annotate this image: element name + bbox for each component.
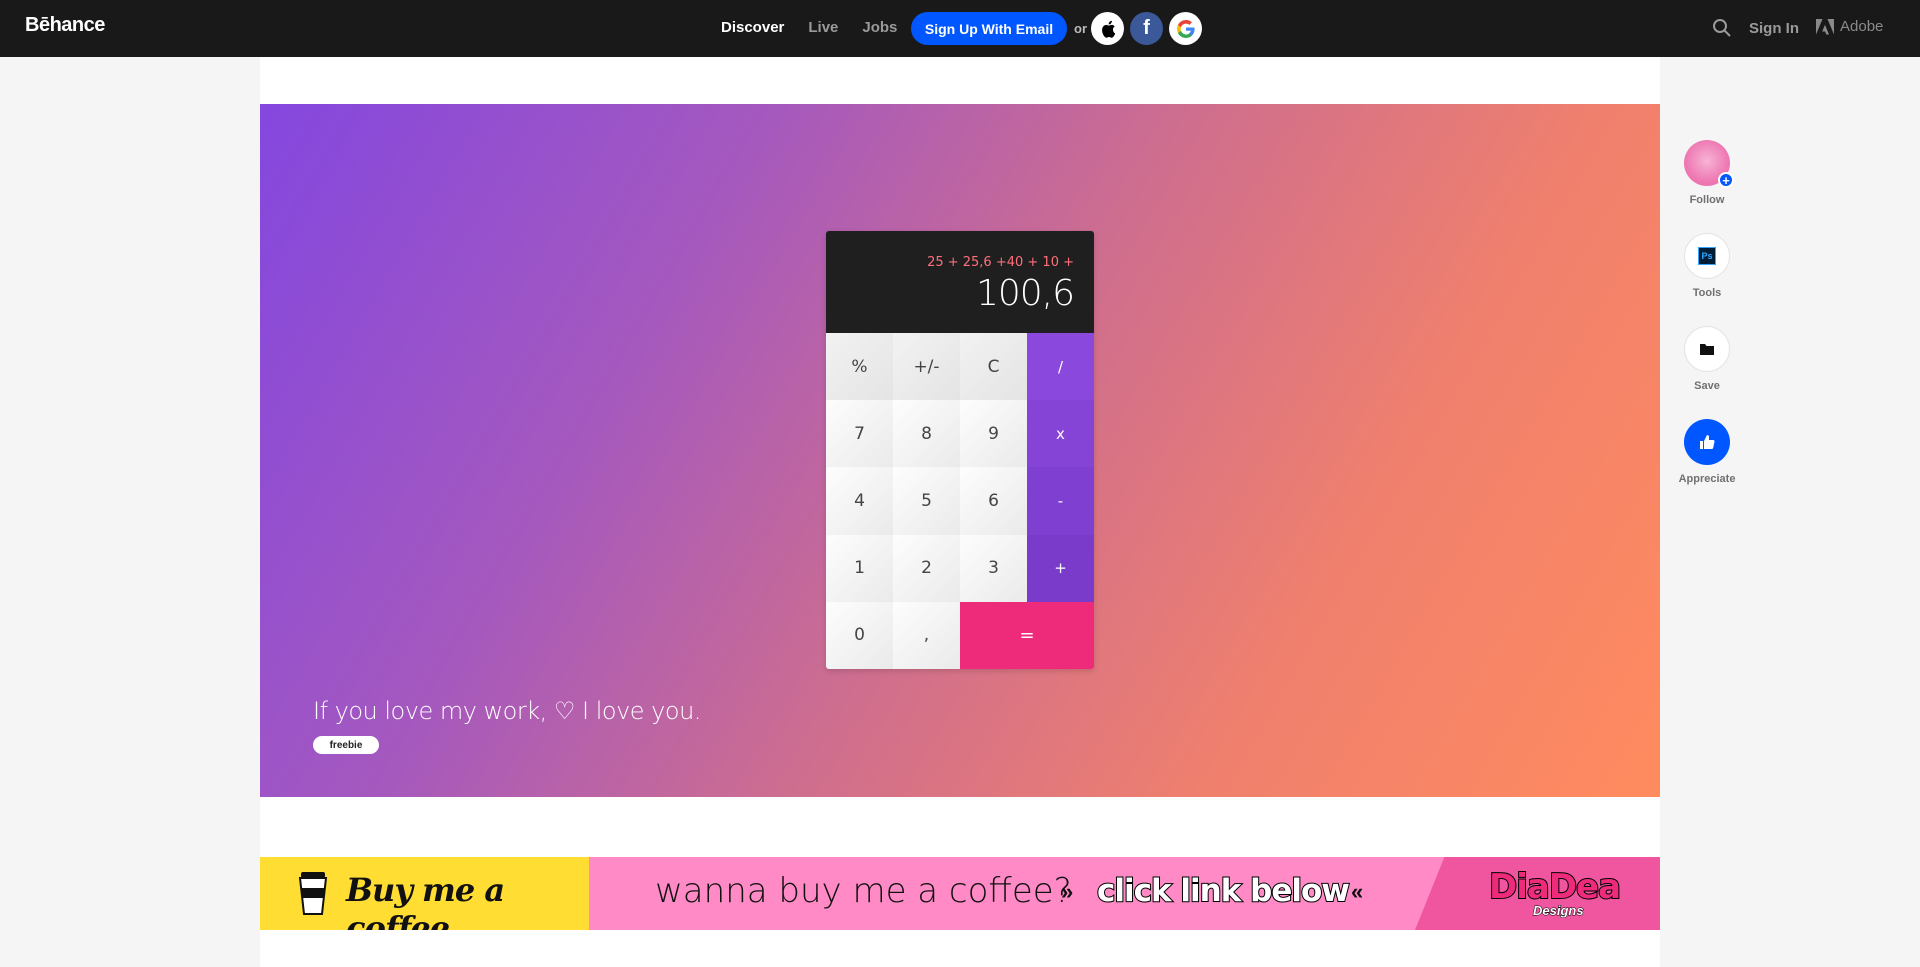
nav-jobs[interactable]: Jobs	[862, 19, 897, 36]
project-actions-sidebar: + Follow Ps Tools Save Appreciate	[1679, 140, 1735, 485]
facebook-icon: f	[1143, 17, 1150, 39]
top-navbar: Bēhance Discover Live Jobs Sign Up With …	[0, 0, 1920, 57]
key-divide: /	[1027, 333, 1094, 401]
photoshop-icon: Ps	[1698, 247, 1716, 265]
coffee-cup-icon	[298, 872, 328, 915]
key-2: 2	[893, 534, 960, 602]
key-sign: +/-	[893, 333, 960, 401]
key-7: 7	[826, 400, 893, 468]
adobe-link[interactable]: Adobe	[1816, 18, 1883, 35]
calculator-display: 25 + 25,6 +40 + 10 + 100,6	[826, 231, 1094, 333]
nav-discover[interactable]: Discover	[721, 19, 784, 36]
key-1: 1	[826, 534, 893, 602]
diadea-logo: DiaDea Designs	[1415, 857, 1660, 930]
adobe-icon	[1816, 18, 1834, 34]
key-plus: +	[1027, 534, 1094, 602]
save-button[interactable]	[1684, 326, 1730, 372]
diadea-logo-main: DiaDea	[1488, 866, 1622, 908]
key-minus: -	[1027, 467, 1094, 535]
signup-email-button[interactable]: Sign Up With Email	[911, 12, 1067, 45]
google-icon	[1176, 19, 1195, 38]
key-3: 3	[960, 534, 1027, 602]
tag-freebie[interactable]: freebie	[313, 736, 379, 754]
calculator: 25 + 25,6 +40 + 10 + 100,6 % +/- C / 7 8…	[826, 231, 1094, 669]
apple-signin-button[interactable]	[1091, 12, 1124, 45]
key-clear: C	[960, 333, 1027, 401]
google-signin-button[interactable]	[1169, 12, 1202, 45]
owner-avatar[interactable]: +	[1684, 140, 1734, 188]
or-text: or	[1074, 21, 1087, 36]
behance-logo[interactable]: Bēhance	[25, 14, 105, 37]
appreciate-button[interactable]	[1684, 419, 1730, 465]
thumbs-up-icon	[1700, 435, 1715, 449]
appreciate-action[interactable]: Appreciate	[1678, 419, 1736, 485]
key-0: 0	[826, 601, 893, 669]
save-label: Save	[1694, 380, 1720, 392]
arrows-left: »	[1061, 879, 1074, 904]
key-equals: =	[960, 601, 1094, 669]
follow-action[interactable]: + Follow	[1684, 140, 1734, 206]
search-icon[interactable]	[1712, 18, 1732, 38]
appreciate-label: Appreciate	[1678, 473, 1736, 485]
key-8: 8	[893, 400, 960, 468]
project-tagline: If you love my work, ♡ I love you.	[313, 697, 701, 725]
project-content: 25 + 25,6 +40 + 10 + 100,6 % +/- C / 7 8…	[260, 57, 1660, 967]
signin-link[interactable]: Sign In	[1749, 20, 1799, 37]
tools-label: Tools	[1692, 287, 1722, 299]
arrows-right: «	[1351, 879, 1364, 904]
main-nav: Discover Live Jobs	[721, 19, 921, 36]
coffee-cta-panel: wanna buy me a coffee? » click link belo…	[589, 857, 1660, 930]
key-percent: %	[826, 333, 893, 401]
project-hero-image: 25 + 25,6 +40 + 10 + 100,6 % +/- C / 7 8…	[260, 104, 1660, 797]
key-5: 5	[893, 467, 960, 535]
follow-label: Follow	[1689, 194, 1725, 206]
calculator-keypad: % +/- C / 7 8 9 x 4 5 6 - 1 2 3 + 0 , =	[826, 333, 1094, 669]
buy-me-coffee-text: Buy me a coffee	[346, 871, 505, 930]
coffee-question-text: wanna buy me a coffee?	[655, 871, 1072, 911]
calculator-result: 100,6	[975, 273, 1075, 314]
diadea-logo-sub: Designs	[1533, 903, 1585, 919]
key-4: 4	[826, 467, 893, 535]
adobe-label: Adobe	[1840, 18, 1884, 35]
key-9: 9	[960, 400, 1027, 468]
click-link-text: click link below	[1096, 872, 1351, 910]
nav-live[interactable]: Live	[808, 19, 838, 36]
folder-icon	[1700, 344, 1714, 355]
buy-me-coffee-panel: Buy me a coffee	[260, 857, 589, 930]
plus-icon: +	[1718, 172, 1734, 188]
facebook-signin-button[interactable]: f	[1130, 12, 1163, 45]
tools-action[interactable]: Ps Tools	[1684, 233, 1730, 299]
save-action[interactable]: Save	[1684, 326, 1730, 392]
key-comma: ,	[893, 601, 960, 669]
key-multiply: x	[1027, 400, 1094, 468]
calculator-expression: 25 + 25,6 +40 + 10 +	[927, 255, 1074, 270]
key-6: 6	[960, 467, 1027, 535]
coffee-banner[interactable]: Buy me a coffee wanna buy me a coffee? »…	[260, 857, 1660, 930]
apple-icon	[1101, 20, 1115, 38]
tools-button[interactable]: Ps	[1684, 233, 1730, 279]
